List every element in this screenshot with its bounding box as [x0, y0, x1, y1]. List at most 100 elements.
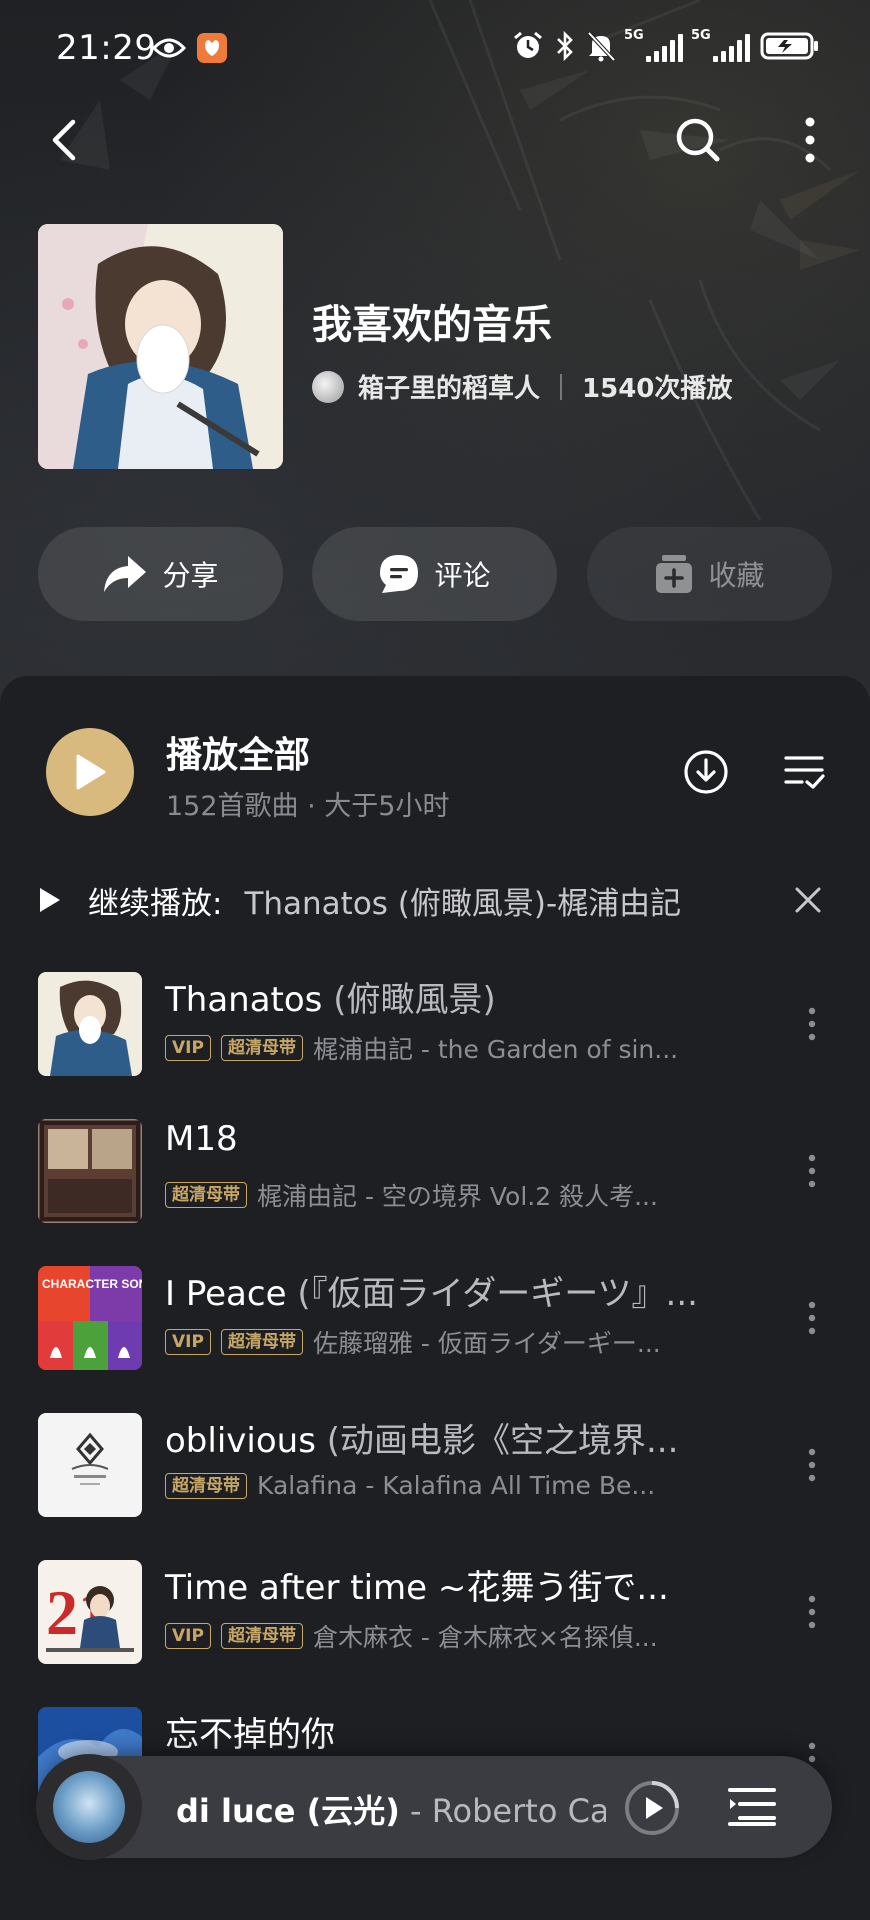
mini-player-track[interactable]: di luce (云光) - Roberto Cacc — [176, 1786, 606, 1832]
mini-player-song: di luce (云光) — [176, 1792, 400, 1830]
play-all-subtitle: 152首歌曲 · 大于5小时 — [166, 791, 450, 822]
song-title-text: M18 — [165, 1119, 238, 1159]
more-vertical-icon — [808, 1301, 816, 1335]
song-row[interactable]: 21 Time after time ~花舞う街で... VIP 超清母带 倉木… — [38, 1558, 832, 1668]
playlist-cover[interactable] — [38, 224, 283, 469]
song-title-subtitle: (『仮面ライダーギーツ』... — [297, 1274, 698, 1314]
collect-label: 收藏 — [708, 559, 765, 592]
song-more-button[interactable] — [792, 996, 832, 1052]
search-icon — [676, 118, 720, 162]
mini-player-play-button[interactable] — [622, 1778, 682, 1838]
action-row: 分享 评论 收藏 — [38, 527, 832, 621]
song-cover: 21 — [38, 1560, 142, 1664]
download-button[interactable] — [678, 744, 734, 800]
hq-badge: 超清母带 — [220, 1329, 303, 1355]
song-title-text: 忘不掉的你 — [165, 1715, 335, 1755]
play-all-button[interactable] — [46, 728, 134, 816]
more-vertical-icon — [805, 117, 815, 163]
mute-icon — [587, 31, 616, 62]
playlist-cover-art — [38, 224, 283, 469]
song-more-button[interactable] — [792, 1143, 832, 1199]
hq-badge: 超清母带 — [220, 1035, 303, 1061]
collect-button[interactable]: 收藏 — [587, 527, 832, 621]
collect-icon — [656, 555, 693, 593]
song-artist-album: 倉木麻衣 - 倉木麻衣×名探偵... — [312, 1623, 658, 1652]
song-row[interactable]: oblivious (动画电影《空之境界... 超清母带 Kalafina - … — [38, 1411, 832, 1521]
play-all-title[interactable]: 播放全部 — [166, 726, 310, 778]
song-artist-album: Kalafina - Kalafina All Time Be... — [257, 1471, 656, 1500]
more-vertical-icon — [808, 1448, 816, 1482]
song-meta: VIP 超清母带 佐藤瑠雅 - 仮面ライダーギー... — [165, 1324, 661, 1360]
owner-name[interactable]: 箱子里的稻草人 — [358, 368, 540, 405]
owner-row[interactable]: 箱子里的稻草人 1540次播放 — [312, 368, 732, 405]
list-check-icon — [784, 756, 825, 789]
song-more-button[interactable] — [792, 1437, 832, 1493]
playlist-title: 我喜欢的音乐 — [312, 302, 552, 348]
song-title: Thanatos (俯瞰風景) — [165, 972, 496, 1021]
divider — [560, 373, 563, 400]
song-more-button[interactable] — [792, 1584, 832, 1640]
song-title-text: oblivious — [165, 1421, 316, 1461]
song-cover: CHARACTER SONG ALBUM — [38, 1266, 142, 1370]
hq-badge: 超清母带 — [165, 1182, 247, 1208]
song-title-text: Time after time ~花舞う街で... — [165, 1568, 669, 1608]
batch-select-button[interactable] — [776, 744, 832, 800]
hq-badge: 超清母带 — [220, 1623, 303, 1649]
play-icon — [76, 754, 106, 790]
song-meta: 超清母带 Kalafina - Kalafina All Time Be... — [165, 1471, 655, 1500]
song-row[interactable]: CHARACTER SONG ALBUM I Peace (『仮面ライダーギーツ… — [38, 1264, 832, 1374]
queue-list-icon — [728, 1788, 776, 1826]
mini-player-artist: - Roberto Cacc — [410, 1792, 606, 1830]
song-cover — [38, 1413, 142, 1517]
back-button[interactable] — [34, 110, 94, 170]
resume-track: Thanatos (俯瞰風景)-梶浦由記 — [244, 885, 682, 922]
vip-badge: VIP — [165, 1623, 211, 1649]
signal-5g-1-icon: 5G — [624, 28, 683, 62]
download-icon — [684, 750, 728, 794]
search-button[interactable] — [668, 110, 728, 170]
hq-badge: 超清母带 — [165, 1472, 247, 1499]
status-bar: 21:29 5G 5G — [0, 0, 870, 100]
song-title: Time after time ~花舞う街で... — [165, 1560, 669, 1609]
bluetooth-icon — [557, 30, 573, 62]
song-artist-album: 佐藤瑠雅 - 仮面ライダーギー... — [312, 1329, 661, 1358]
song-cover — [38, 1119, 142, 1223]
song-artist-album: 梶浦由記 - 空の境界 Vol.2 殺人考... — [257, 1182, 658, 1211]
close-icon — [795, 887, 821, 913]
resume-play-icon — [40, 888, 60, 912]
share-icon — [104, 556, 147, 592]
owner-avatar[interactable] — [312, 370, 344, 403]
share-label: 分享 — [162, 559, 219, 592]
song-artist-album: 梶浦由記 - the Garden of sin... — [312, 1035, 679, 1064]
resume-label: 继续播放: — [88, 885, 223, 922]
vip-badge: VIP — [165, 1329, 211, 1355]
song-title-text: I Peace — [165, 1274, 287, 1314]
resume-close-button[interactable] — [784, 876, 832, 924]
resume-playback-row[interactable]: 继续播放: Thanatos (俯瞰風景)-梶浦由記 — [38, 872, 832, 928]
song-title: I Peace (『仮面ライダーギーツ』... — [165, 1266, 698, 1315]
song-row[interactable]: Thanatos (俯瞰風景) VIP 超清母带 梶浦由記 - the Gard… — [38, 970, 832, 1080]
song-title-subtitle: (动画电影《空之境界... — [326, 1421, 679, 1461]
mini-player-cover — [53, 1771, 125, 1843]
song-meta: 超清母带 梶浦由記 - 空の境界 Vol.2 殺人考... — [165, 1177, 658, 1213]
more-options-button[interactable] — [780, 110, 840, 170]
song-meta: VIP 超清母带 倉木麻衣 - 倉木麻衣×名探偵... — [165, 1618, 658, 1654]
comment-icon — [380, 555, 419, 593]
eye-icon — [152, 38, 186, 58]
playlist-queue-button[interactable] — [726, 1780, 778, 1832]
cover-text: CHARACTER SONG ALBUM — [42, 1277, 142, 1291]
song-title: M18 — [165, 1119, 238, 1159]
song-title: oblivious (动画电影《空之境界... — [165, 1413, 678, 1462]
song-title: 忘不掉的你 — [165, 1707, 335, 1756]
song-row[interactable]: M18 超清母带 梶浦由記 - 空の境界 Vol.2 殺人考... — [38, 1117, 832, 1227]
comment-button[interactable]: 评论 — [312, 527, 557, 621]
more-vertical-icon — [808, 1007, 816, 1041]
share-button[interactable]: 分享 — [38, 527, 283, 621]
song-more-button[interactable] — [792, 1290, 832, 1346]
more-vertical-icon — [808, 1595, 816, 1629]
play-count: 1540次播放 — [582, 374, 733, 404]
song-title-text: Thanatos — [165, 980, 323, 1020]
alarm-icon — [514, 31, 542, 58]
status-time: 21:29 — [56, 28, 157, 68]
mini-player-disc[interactable] — [36, 1754, 142, 1860]
